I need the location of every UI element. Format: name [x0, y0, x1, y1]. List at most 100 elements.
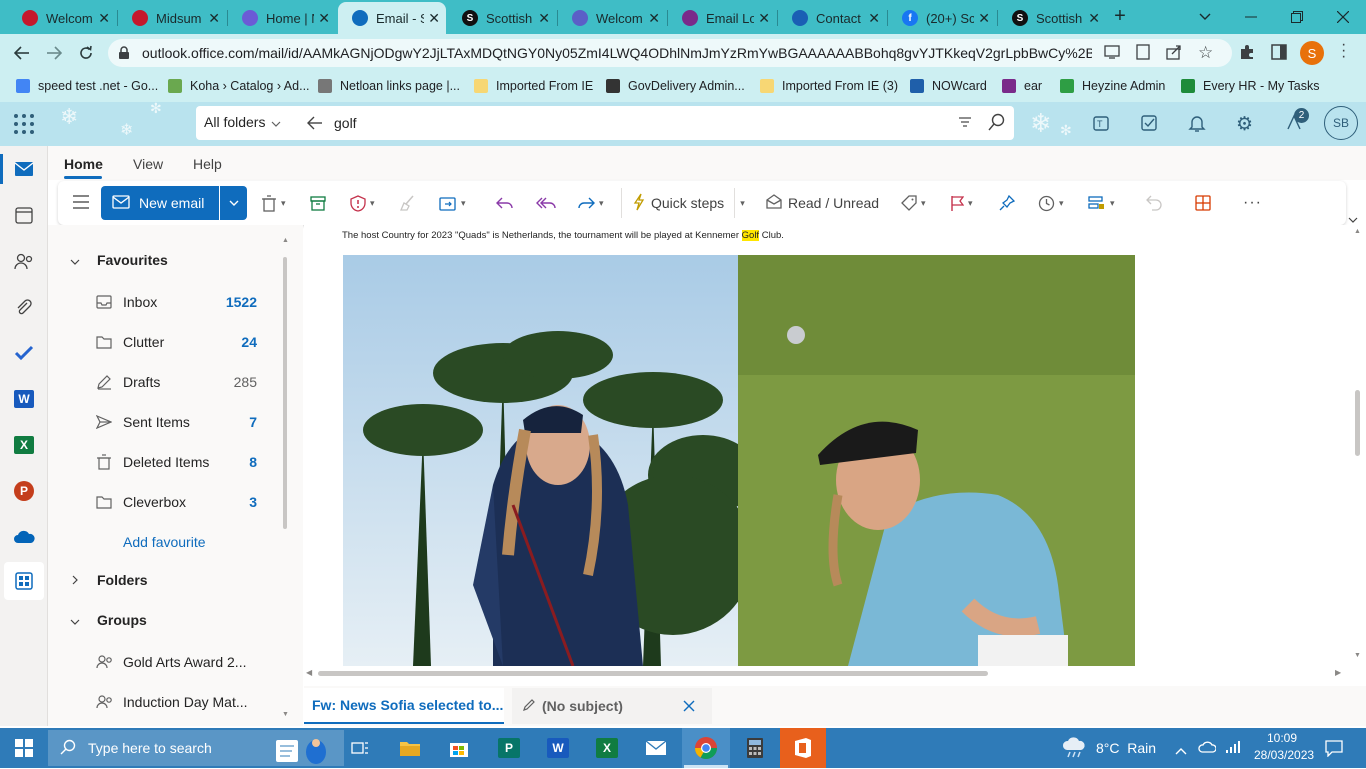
sweep-icon[interactable]	[399, 194, 415, 212]
folder-item[interactable]: Sent Items 7	[48, 404, 303, 440]
search-scope-dropdown[interactable]: All folders	[204, 114, 281, 130]
weather-widget[interactable]: 8°C Rain	[1062, 734, 1156, 762]
folder-item[interactable]: Deleted Items 8	[48, 444, 303, 480]
more-apps-icon[interactable]	[12, 569, 36, 593]
bookmark-item[interactable]: Heyzine Admin	[1060, 76, 1165, 96]
tab-close-icon[interactable]: ✕	[98, 10, 110, 27]
windows-start-icon[interactable]	[10, 734, 38, 762]
microsoft-store-icon[interactable]	[445, 734, 473, 762]
hscroll-right-icon[interactable]: ▶	[1335, 668, 1341, 677]
close-draft-icon[interactable]	[683, 700, 695, 715]
tab-close-icon[interactable]: ✕	[538, 10, 550, 27]
bookmark-item[interactable]: Imported From IE (3)	[760, 76, 898, 96]
bottom-tab-message[interactable]: Fw: News Sofia selected to...	[304, 688, 504, 724]
powerpoint-icon[interactable]: P	[12, 479, 36, 503]
settings-gear-icon[interactable]: ⚙	[1236, 113, 1253, 136]
back-icon[interactable]	[12, 43, 32, 63]
mail-icon[interactable]	[12, 157, 36, 181]
tray-chevron-up-icon[interactable]	[1175, 743, 1187, 758]
bottom-tab-draft[interactable]: (No subject)	[512, 688, 712, 724]
profile-avatar[interactable]: S	[1300, 41, 1324, 65]
collapse-ribbon-icon[interactable]	[1348, 211, 1358, 226]
forward-button[interactable]: ▾	[577, 194, 604, 212]
delete-button[interactable]: ▾	[261, 194, 286, 212]
word-taskbar-icon[interactable]: W	[544, 734, 572, 762]
attach-icon[interactable]	[12, 295, 36, 319]
browser-tab[interactable]: Home | N✕	[228, 4, 336, 32]
publisher-icon[interactable]: P	[495, 734, 523, 762]
share-icon[interactable]	[1166, 44, 1182, 63]
hamburger-icon[interactable]	[72, 195, 90, 212]
browser-tab[interactable]: Contact ✕	[778, 4, 886, 32]
word-icon[interactable]: W	[12, 387, 36, 411]
restore-icon[interactable]	[1274, 0, 1320, 34]
tab-view[interactable]: View	[133, 156, 163, 172]
calendar-icon[interactable]	[12, 203, 36, 227]
group-item[interactable]: Gold Arts Award 2...	[48, 644, 303, 680]
folder-item[interactable]: Inbox 1522	[48, 284, 303, 320]
tab-search-icon[interactable]	[1182, 0, 1228, 34]
immersive-reader-icon[interactable]	[1195, 194, 1211, 212]
todo-icon[interactable]	[12, 341, 36, 365]
folders-header[interactable]: Folders	[48, 562, 303, 598]
bookmark-item[interactable]: ear	[1002, 76, 1042, 96]
undo-icon[interactable]	[1146, 194, 1162, 212]
reply-all-icon[interactable]	[536, 194, 556, 212]
search-input[interactable]	[334, 112, 934, 134]
reading-scroll-down-icon[interactable]: ▼	[1354, 652, 1361, 659]
folder-item[interactable]: Drafts 285	[48, 364, 303, 400]
cloud-sync-icon[interactable]	[1198, 740, 1217, 757]
calculator-icon[interactable]	[741, 734, 769, 762]
clock[interactable]: 10:09 28/03/2023	[1254, 730, 1314, 764]
folder-item[interactable]: Cleverbox 3	[48, 484, 303, 520]
browser-tab[interactable]: Email - S ✕	[338, 2, 446, 34]
rules-button[interactable]: ▾	[1088, 194, 1115, 212]
favourites-header[interactable]: Favourites	[48, 242, 303, 278]
chrome-taskbar-icon[interactable]	[692, 734, 720, 762]
bookmark-item[interactable]: speed test .net - Go...	[16, 76, 158, 96]
search-back-icon[interactable]	[307, 116, 323, 133]
tab-close-icon[interactable]: ✕	[978, 10, 990, 27]
browser-tab[interactable]: Welcom ✕	[558, 4, 666, 32]
hscroll-thumb[interactable]	[318, 671, 988, 676]
browser-tab[interactable]: Welcom ✕	[8, 4, 116, 32]
browser-tab[interactable]: Midsum ✕	[118, 4, 226, 32]
reply-icon[interactable]	[496, 194, 514, 212]
quick-steps-button[interactable]: Quick steps	[633, 193, 724, 212]
bookmark-star-icon[interactable]: ☆	[1198, 43, 1213, 63]
close-window-icon[interactable]	[1320, 0, 1366, 34]
group-item[interactable]: Induction Day Mat...	[48, 684, 303, 720]
tab-close-icon[interactable]: ✕	[318, 10, 330, 27]
move-to-button[interactable]: ▾	[439, 194, 466, 212]
tab-close-icon[interactable]: ✕	[648, 10, 660, 27]
browser-menu-icon[interactable]: · · ·	[1341, 37, 1346, 65]
network-icon[interactable]	[1225, 740, 1241, 757]
lock-icon[interactable]	[118, 46, 130, 63]
new-email-dropdown[interactable]	[220, 186, 247, 220]
browser-tab[interactable]: S Scottish ✕	[448, 4, 556, 32]
teams-icon[interactable]: T	[1092, 114, 1112, 135]
install-app-icon[interactable]	[1104, 45, 1120, 62]
office-taskbar-icon[interactable]	[789, 734, 817, 762]
new-tab-button[interactable]: +	[1110, 5, 1130, 28]
tab-home[interactable]: Home	[64, 156, 103, 172]
reading-scrollbar-thumb[interactable]	[1355, 390, 1360, 456]
task-view-icon[interactable]	[346, 734, 374, 762]
my-day-icon[interactable]	[1140, 114, 1160, 135]
bookmark-item[interactable]: Netloan links page |...	[318, 76, 460, 96]
read-unread-button[interactable]: Read / Unread	[766, 194, 879, 212]
groups-header[interactable]: Groups	[48, 602, 303, 638]
side-panel-icon[interactable]	[1271, 44, 1287, 63]
browser-tab[interactable]: f (20+) Sc ✕	[888, 4, 996, 32]
reload-icon[interactable]	[76, 43, 96, 63]
quick-steps-dropdown[interactable]: ▾	[734, 188, 750, 218]
url-text[interactable]: outlook.office.com/mail/id/AAMkAGNjODgwY…	[142, 45, 1092, 61]
add-favourite-link[interactable]: Add favourite	[48, 524, 303, 560]
open-in-app-icon[interactable]	[1136, 44, 1150, 63]
search-icon[interactable]	[988, 113, 1006, 134]
tab-close-icon[interactable]: ✕	[208, 10, 220, 27]
bookmark-item[interactable]: Every HR - My Tasks	[1181, 76, 1319, 96]
pin-icon[interactable]	[999, 194, 1015, 212]
onedrive-icon[interactable]	[12, 525, 36, 549]
tab-close-icon[interactable]: ✕	[868, 10, 880, 27]
